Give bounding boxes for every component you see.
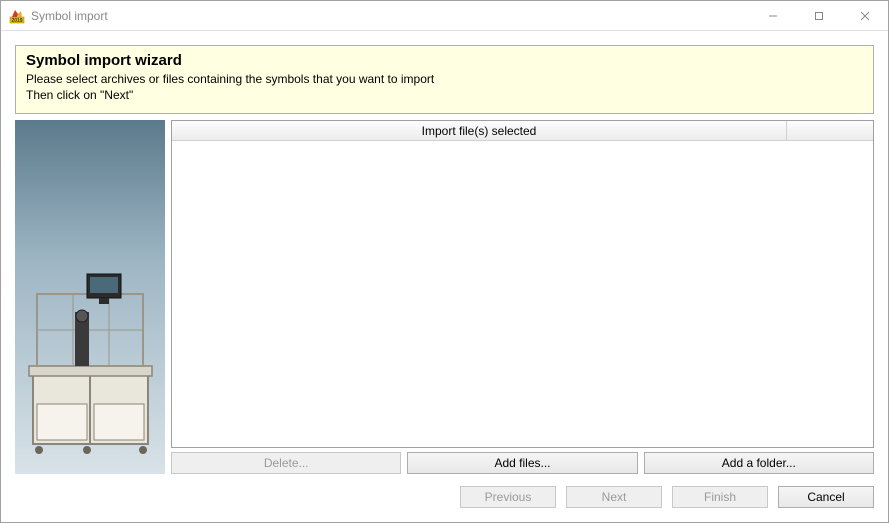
wizard-header: Symbol import wizard Please select archi… xyxy=(15,45,874,114)
previous-button[interactable]: Previous xyxy=(460,486,556,508)
column-header-files[interactable]: Import file(s) selected xyxy=(172,121,787,140)
close-button[interactable] xyxy=(842,1,888,30)
wizard-instructions: Please select archives or files containi… xyxy=(26,71,863,103)
symbol-import-window: 2019 Symbol import Symbol import wizard … xyxy=(0,0,889,523)
next-button[interactable]: Next xyxy=(566,486,662,508)
file-action-row: Delete... Add files... Add a folder... xyxy=(171,452,874,474)
main-column: Import file(s) selected Delete... Add fi… xyxy=(171,120,874,474)
finish-button[interactable]: Finish xyxy=(672,486,768,508)
window-controls xyxy=(750,1,888,30)
window-title: Symbol import xyxy=(31,9,750,23)
add-files-button[interactable]: Add files... xyxy=(407,452,637,474)
maximize-button[interactable] xyxy=(796,1,842,30)
wizard-footer: Previous Next Finish Cancel xyxy=(1,474,888,522)
app-icon: 2019 xyxy=(9,8,25,24)
table-body[interactable] xyxy=(172,141,873,447)
titlebar: 2019 Symbol import xyxy=(1,1,888,31)
wizard-title: Symbol import wizard xyxy=(26,52,863,69)
table-header: Import file(s) selected xyxy=(172,121,873,141)
wizard-body: Import file(s) selected Delete... Add fi… xyxy=(15,120,874,474)
svg-text:2019: 2019 xyxy=(11,18,22,24)
column-header-spacer xyxy=(787,121,873,140)
delete-button[interactable]: Delete... xyxy=(171,452,401,474)
instruction-line-1: Please select archives or files containi… xyxy=(26,71,863,87)
minimize-button[interactable] xyxy=(750,1,796,30)
files-table: Import file(s) selected xyxy=(171,120,874,448)
content-area: Symbol import wizard Please select archi… xyxy=(1,31,888,522)
instruction-line-2: Then click on "Next" xyxy=(26,87,863,103)
wizard-side-image xyxy=(15,120,165,474)
add-folder-button[interactable]: Add a folder... xyxy=(644,452,874,474)
cancel-button[interactable]: Cancel xyxy=(778,486,874,508)
